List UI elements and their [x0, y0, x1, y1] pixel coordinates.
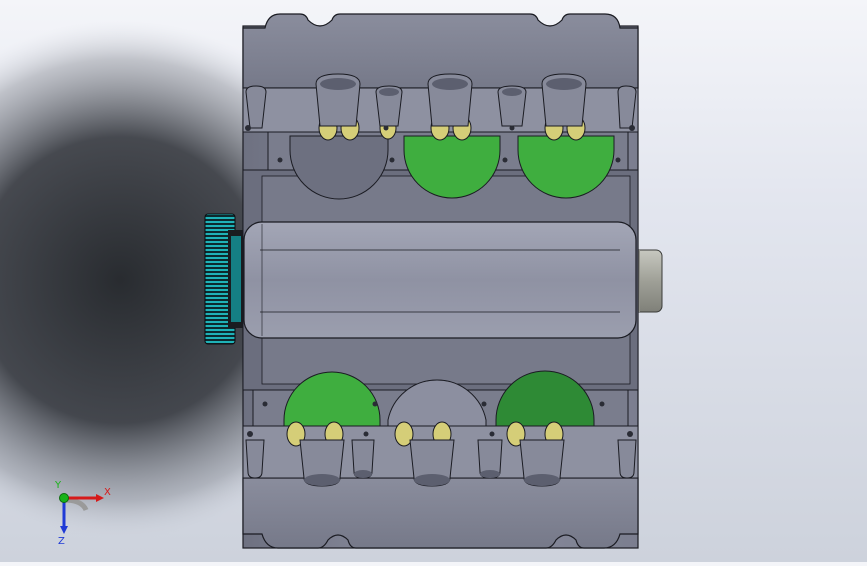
z-axis-arrow-head: [60, 526, 68, 534]
crank-drum: [243, 221, 637, 339]
bottom-end-plate: [242, 477, 639, 549]
y-axis-label: Y: [54, 480, 62, 491]
x-axis-label: X: [104, 487, 111, 498]
x-axis-arrow-head: [96, 494, 104, 502]
cad-model-render[interactable]: [0, 0, 867, 562]
z-axis-label: Z: [58, 536, 65, 546]
model-viewport[interactable]: [0, 0, 867, 562]
coordinate-triad[interactable]: X Y Z: [46, 480, 116, 547]
y-axis-dot: [59, 493, 69, 503]
gear-pulley[interactable]: [204, 213, 244, 345]
